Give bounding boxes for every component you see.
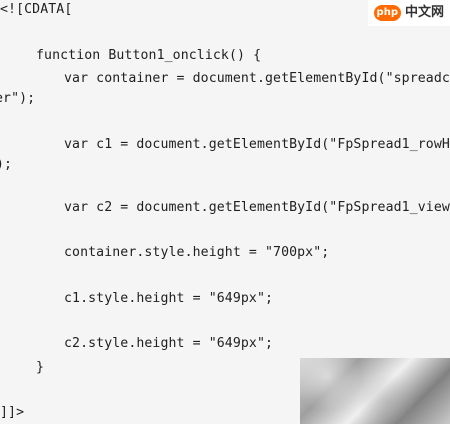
code-line: er"); — [0, 91, 36, 106]
watermark-site: 中文网 — [404, 5, 444, 20]
code-line: var c2 = document.getElementById("FpSpre… — [64, 200, 450, 215]
code-line: var c1 = document.getElementById("FpSpre… — [64, 137, 450, 152]
code-viewer: <![CDATA[ function Button1_onclick() { v… — [0, 0, 450, 424]
code-line: } — [36, 360, 45, 375]
code-line: function Button1_onclick() { — [36, 48, 262, 63]
blurred-corner-overlay — [300, 358, 450, 424]
code-line: <![CDATA[ — [0, 2, 73, 17]
watermark-brand: php — [373, 5, 401, 21]
code-line: ]]> — [0, 405, 25, 420]
code-line: c2.style.height = "649px"; — [64, 336, 274, 351]
code-line: var container = document.getElementById(… — [64, 71, 450, 86]
code-line: c1.style.height = "649px"; — [64, 291, 274, 306]
code-line: container.style.height = "700px"; — [64, 245, 330, 260]
code-line: ); — [0, 157, 13, 172]
watermark-logo: php 中文网 — [367, 0, 450, 26]
